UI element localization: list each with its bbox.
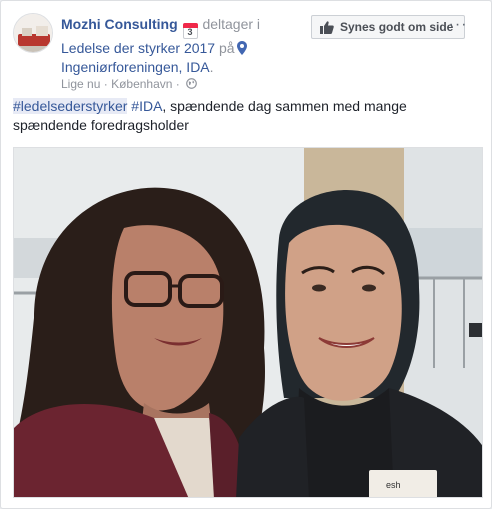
more-options-button[interactable]: ··· [445, 15, 471, 39]
hashtag-link[interactable]: #ledelsederstyrker [13, 98, 128, 114]
city-link[interactable]: København [111, 77, 172, 91]
avatar[interactable] [13, 13, 53, 53]
calendar-icon: 3 [182, 23, 198, 39]
on-text: på [218, 40, 235, 56]
meta-separator: · [103, 77, 108, 91]
location-link[interactable]: Ingeniørforeningen, IDA [61, 59, 210, 75]
post-card: Mozhi Consulting 3 deltager i Ledelse de… [0, 0, 492, 509]
post-headline: Mozhi Consulting 3 deltager i Ledelse de… [61, 15, 311, 77]
thumbs-up-icon [320, 21, 334, 34]
event-link[interactable]: Ledelse der styrker 2017 [61, 40, 215, 56]
post-meta: Lige nu · København · [61, 76, 198, 92]
name-badge-text: esh [386, 480, 401, 490]
like-page-label: Synes godt om side [340, 20, 454, 34]
hashtag-link-2[interactable]: #IDA [131, 98, 162, 114]
post-body: #ledelsederstyrker #IDA, spændende dag s… [13, 97, 481, 135]
post-header: Mozhi Consulting 3 deltager i Ledelse de… [13, 13, 481, 93]
globe-icon[interactable] [186, 78, 198, 89]
more-icon: ··· [448, 16, 468, 33]
period-text: . [209, 59, 214, 75]
like-page-button[interactable]: Synes godt om side [311, 15, 465, 39]
action-text: deltager i [202, 16, 261, 32]
meta-separator-2: · [175, 77, 180, 91]
page-name-link[interactable]: Mozhi Consulting [61, 16, 178, 32]
timestamp-link[interactable]: Lige nu [61, 77, 100, 91]
location-pin-icon [236, 41, 247, 55]
post-photo[interactable]: esh [13, 147, 483, 498]
photo-image: esh [14, 148, 482, 497]
